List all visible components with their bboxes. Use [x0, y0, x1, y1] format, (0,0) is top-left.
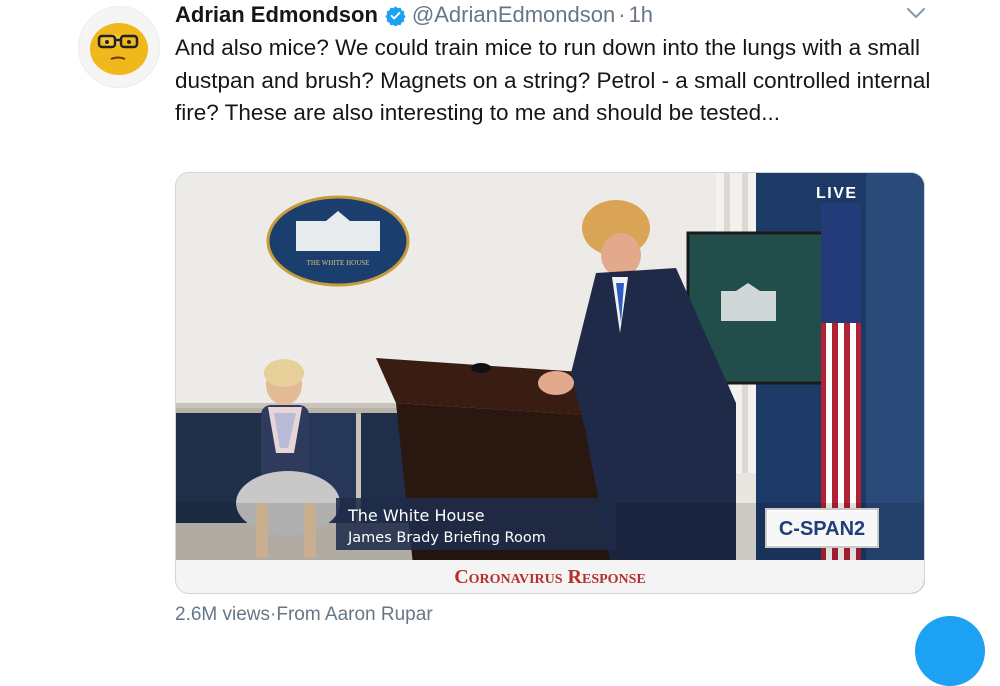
video-player[interactable]: THE WHITE HOUSE The White House James Br… — [175, 172, 925, 594]
tweet-timestamp[interactable]: 1h — [629, 2, 653, 28]
lower-third-subtitle: James Brady Briefing Room — [347, 530, 546, 546]
tweet-text: And also mice? We could train mice to ru… — [175, 35, 937, 125]
lower-third-title: The White House — [347, 506, 485, 525]
lemon-face-avatar-image — [79, 7, 159, 87]
compose-tweet-button[interactable] — [915, 616, 985, 686]
chevron-down-icon[interactable] — [906, 6, 926, 20]
video-frame: THE WHITE HOUSE The White House James Br… — [176, 173, 924, 593]
live-badge: LIVE — [816, 185, 858, 202]
source-attribution[interactable]: From Aaron Rupar — [276, 604, 432, 625]
tweet-header: Adrian Edmondson @AdrianEdmondson · 1h — [175, 0, 653, 30]
author-avatar[interactable] — [78, 6, 160, 88]
seal-text: THE WHITE HOUSE — [307, 259, 370, 267]
view-count: 2.6M views — [175, 604, 271, 625]
coronavirus-response-banner: Coronavirus Response — [454, 566, 646, 588]
author-handle[interactable]: @AdrianEdmondson — [412, 2, 615, 28]
header-separator: · — [618, 2, 626, 27]
author-name[interactable]: Adrian Edmondson — [175, 2, 378, 28]
cspan2-logo: C-SPAN2 — [779, 518, 865, 540]
verified-badge-icon — [385, 5, 406, 26]
tweet-meta: 2.6M views·From Aaron Rupar — [175, 604, 433, 626]
